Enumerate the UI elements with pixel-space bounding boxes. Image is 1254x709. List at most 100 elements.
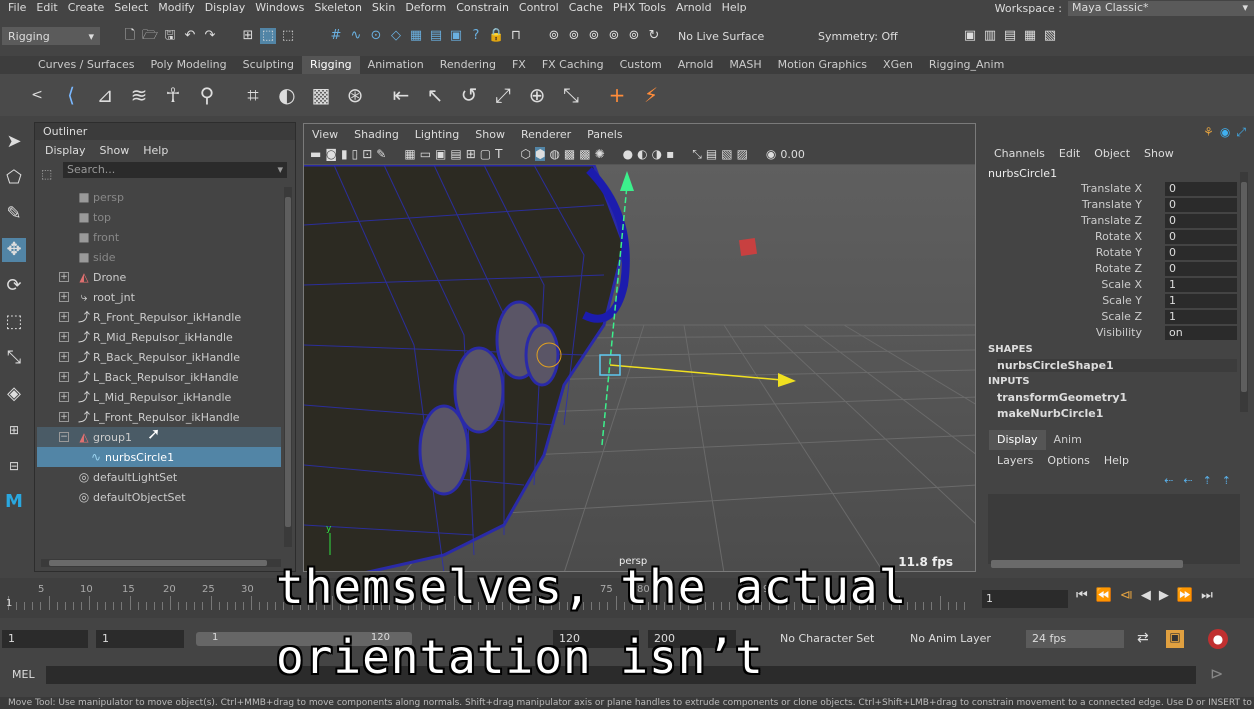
tab-display[interactable]: Display [989, 430, 1046, 450]
go-to-start-icon[interactable]: ⏮ [1076, 588, 1088, 603]
grid-icon[interactable]: ▦ [404, 147, 415, 161]
auto-key-icon[interactable]: ▣ [1166, 630, 1184, 648]
outliner-item[interactable]: + ⤴ R_Back_Repulsor_ikHandle [37, 347, 281, 367]
command-language-label[interactable]: MEL [12, 668, 35, 681]
scroll-thumb[interactable] [285, 197, 291, 527]
chevron-down-icon[interactable]: ▾ [277, 162, 283, 178]
menu-display[interactable]: Display [205, 1, 256, 14]
snap-grid-icon[interactable]: # [328, 28, 344, 44]
menu-deform[interactable]: Deform [405, 1, 456, 14]
select-object-icon[interactable]: ⬚ [260, 28, 276, 44]
step-back-key-icon[interactable]: ⏪ [1096, 588, 1112, 603]
expand-icon[interactable]: + [59, 412, 69, 422]
anim-layer-dropdown[interactable]: No Anim Layer [904, 630, 1004, 648]
workspace-dropdown[interactable]: Maya Classic* ▾ [1068, 0, 1254, 16]
channel-attribute-row[interactable]: Visibility on [983, 326, 1238, 342]
viewport-menu-panels[interactable]: Panels [587, 128, 622, 141]
outliner-search-input[interactable]: Search... ▾ [63, 162, 287, 178]
lattice-icon[interactable]: ▩ [308, 82, 334, 108]
select-component-icon[interactable]: ⬚ [280, 28, 296, 44]
outliner-vscrollbar[interactable] [284, 187, 292, 547]
render-settings-icon[interactable]: ⊚ [606, 28, 622, 44]
move-layer-down-icon[interactable]: ⇠ [1183, 474, 1192, 487]
anti-aliasing-icon[interactable]: ◑ [652, 147, 662, 161]
field-chart-icon[interactable]: ⊞ [466, 147, 476, 161]
play-forward-icon[interactable]: ▶ [1159, 588, 1169, 603]
scene-start-field[interactable]: 1 [2, 630, 88, 648]
safe-title-icon[interactable]: T [495, 147, 502, 161]
expand-icon[interactable]: + [59, 292, 69, 302]
outliner-item[interactable]: ∿ nurbsCircle1 [37, 447, 281, 467]
shape-node[interactable]: nurbsCircleShape1 [997, 359, 1237, 372]
fps-dropdown[interactable]: 24 fps [1026, 630, 1124, 648]
attribute-value[interactable]: 1 [1165, 310, 1237, 324]
custom-shelf-icon-1[interactable]: + [604, 82, 630, 108]
step-back-frame-icon[interactable]: ⧏ [1120, 588, 1133, 603]
lock-icon[interactable]: 🔒 [488, 28, 504, 44]
channel-attribute-row[interactable]: Translate Z 0 [983, 214, 1238, 230]
outliner-item[interactable]: ■ persp [37, 187, 281, 207]
orient-constraint-icon[interactable]: ↺ [456, 82, 482, 108]
channel-attribute-row[interactable]: Rotate Z 0 [983, 262, 1238, 278]
shelf-tab-fx-caching[interactable]: FX Caching [534, 56, 612, 74]
wireframe-icon[interactable]: ⬡ [520, 147, 530, 161]
menu-file[interactable]: File [0, 1, 36, 14]
attribute-editor-icon[interactable]: ◉ [1220, 125, 1230, 140]
outliner-menu-display[interactable]: Display [45, 144, 86, 157]
input-node[interactable]: transformGeometry1 [997, 391, 1127, 404]
attribute-value[interactable]: 0 [1165, 262, 1237, 276]
menu-create[interactable]: Create [68, 1, 115, 14]
shelf-tab-motion-graphics[interactable]: Motion Graphics [770, 56, 875, 74]
input-node[interactable]: makeNurbCircle1 [997, 407, 1103, 420]
ik-spline-icon[interactable]: ≋ [126, 82, 152, 108]
viewport-menu-shading[interactable]: Shading [354, 128, 399, 141]
layout-two-icon[interactable]: ⊟ [2, 454, 26, 478]
filter-icon[interactable]: ⬚ [41, 167, 55, 181]
shelf-tab-rigging[interactable]: Rigging [301, 56, 360, 74]
viewport-menu-renderer[interactable]: Renderer [521, 128, 571, 141]
attribute-name[interactable]: Scale X [1101, 278, 1142, 291]
exposure-icon[interactable]: ◉ [766, 147, 776, 161]
outliner-item[interactable]: + ◭ Drone [37, 267, 281, 287]
current-frame-field[interactable]: 1 [982, 590, 1068, 608]
outliner-item[interactable]: + ⤷ root_jnt [37, 287, 281, 307]
snap-view-icon[interactable]: ◇ [388, 28, 404, 44]
scale-constraint-icon[interactable]: ⤢ [490, 82, 516, 108]
bookmark-icon[interactable]: ▮ [341, 147, 348, 161]
cluster-icon[interactable]: ⊛ [342, 82, 368, 108]
move-tool-icon[interactable]: ✥ [2, 238, 26, 262]
attribute-value[interactable]: 0 [1165, 230, 1237, 244]
symmetry-dropdown[interactable]: Symmetry: Off [812, 27, 922, 45]
magnet-icon[interactable]: ⊓ [508, 28, 524, 44]
paint-weights-icon[interactable]: ◐ [274, 82, 300, 108]
expand-icon[interactable]: + [59, 392, 69, 402]
scroll-thumb[interactable] [1241, 182, 1247, 392]
render-frame-icon[interactable]: ⊚ [566, 28, 582, 44]
attribute-name[interactable]: Rotate Y [1096, 246, 1142, 259]
select-hierarchy-icon[interactable]: ⊞ [240, 28, 256, 44]
humanik-icon[interactable]: ⚲ [194, 82, 220, 108]
lasso-tool-icon[interactable]: ⬠ [2, 166, 26, 190]
layout-icon[interactable]: ▧ [1042, 28, 1058, 44]
channel-box-icon[interactable]: ▦ [1022, 28, 1038, 44]
attribute-value[interactable]: 0 [1165, 198, 1237, 212]
expand-icon[interactable]: + [59, 352, 69, 362]
outliner-item[interactable]: ■ front [37, 227, 281, 247]
textured-icon[interactable]: ▩ [564, 147, 575, 161]
cb-menu-channels[interactable]: Channels [994, 147, 1045, 160]
shelf-tab-poly-modeling[interactable]: Poly Modeling [143, 56, 235, 74]
dof-icon[interactable]: ▪ [666, 147, 674, 161]
menu-windows[interactable]: Windows [255, 1, 314, 14]
exposure-value[interactable]: 0.00 [780, 148, 805, 161]
expand-icon[interactable]: + [59, 272, 69, 282]
aim-constraint-icon[interactable]: ⊕ [524, 82, 550, 108]
tab-anim[interactable]: Anim [1046, 430, 1090, 450]
shelf-tab-rendering[interactable]: Rendering [432, 56, 504, 74]
character-set-dropdown[interactable]: No Character Set [774, 630, 884, 648]
attribute-name[interactable]: Scale Y [1102, 294, 1142, 307]
ambient-occlusion-icon[interactable]: ● [623, 147, 633, 161]
attribute-name[interactable]: Rotate Z [1095, 262, 1142, 275]
tool-settings-icon[interactable]: ▤ [1002, 28, 1018, 44]
loop-icon[interactable]: ⇄ [1137, 630, 1149, 646]
outliner-item[interactable]: ◎ defaultLightSet [37, 467, 281, 487]
